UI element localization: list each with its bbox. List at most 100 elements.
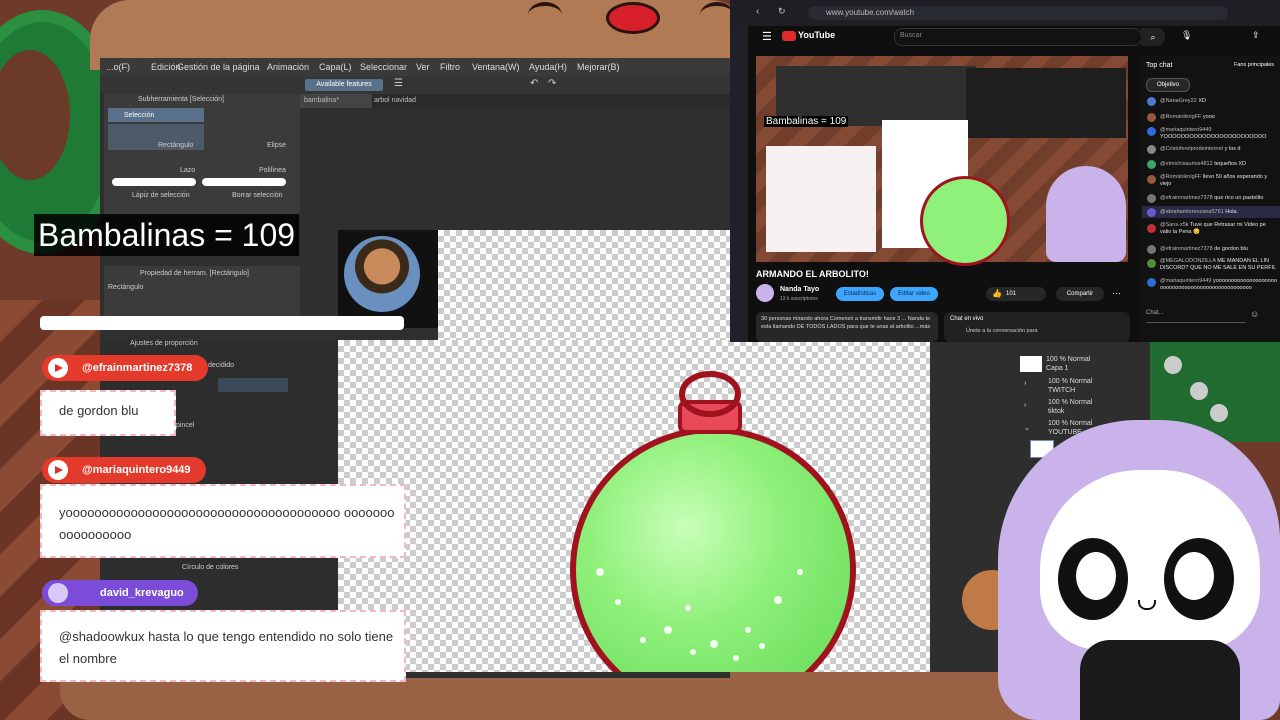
menu-archivo[interactable]: ...o(F): [106, 62, 130, 72]
youtube-video-player[interactable]: Bambalinas = 109: [756, 56, 1128, 266]
canvas-area-top[interactable]: [438, 230, 730, 340]
search-icon[interactable]: ⌕: [1141, 28, 1165, 46]
chat-avatar: [1147, 224, 1156, 233]
live-chat-collapsed[interactable]: Chat en vivo Únete a la conversación par…: [944, 312, 1130, 342]
subscriber-count: 13 k suscriptores: [780, 296, 818, 302]
menu-mejorar[interactable]: Mejorar(B): [577, 62, 620, 72]
channel-avatar[interactable]: [756, 284, 774, 302]
live-chat-label: Chat en vivo: [950, 316, 984, 322]
subtool-group-selection[interactable]: [108, 108, 204, 122]
upload-icon[interactable]: ⇪: [1252, 30, 1260, 41]
back-icon[interactable]: ‹: [756, 6, 759, 17]
chat-line: @elmichisaurios4812 tequeños XD: [1160, 161, 1247, 167]
layer-name[interactable]: tiktok: [1048, 408, 1064, 415]
avatar-eye-left: [1058, 538, 1128, 620]
youtube-icon: [48, 358, 68, 378]
reload-icon[interactable]: ↻: [778, 6, 786, 17]
chat-avatar: [1147, 194, 1156, 203]
chat-avatar: [1147, 259, 1156, 268]
menu-capa[interactable]: Capa(L): [319, 62, 352, 72]
avatar-eye-right: [1164, 538, 1234, 620]
chat-line: @RomániknigFF yooo: [1160, 114, 1215, 120]
like-dislike-button[interactable]: 👍 101: [986, 287, 1046, 301]
tool-erase-selection-label[interactable]: Borrar selección: [232, 192, 283, 199]
chat-box-partial: [40, 316, 404, 330]
command-bar: Available features ☰ ↶ ↷: [100, 76, 730, 94]
chat-message-text: yoooooooooooooooooooooooooooooooooooooo …: [59, 505, 395, 542]
chevron-icon[interactable]: ›: [1024, 380, 1026, 387]
bear-eye-right: [700, 2, 734, 28]
tool-polyline-label[interactable]: Polilínea: [259, 167, 286, 174]
chevron-icon[interactable]: ›: [1024, 402, 1026, 409]
browser-sidebar: [730, 26, 748, 342]
objective-chip[interactable]: Objetivo: [1146, 78, 1190, 92]
chat-line: @Cristoferelprodeinternet y los d: [1160, 146, 1241, 152]
tab-bambalina[interactable]: bambalina*: [300, 94, 372, 108]
chat-user-pill-3: david_krevaguo: [42, 580, 198, 606]
menu-bar: ...o(F) Edición Gestión de la página Ani…: [100, 58, 730, 76]
tool-ellipse-label[interactable]: Elipse: [267, 142, 286, 149]
canvas-area[interactable]: [338, 340, 930, 672]
youtube-search-input[interactable]: Buscar: [894, 28, 1142, 46]
tool-property-panel: Propiedad de herram. [Rectángulo] Rectán…: [104, 266, 300, 316]
layer-opacity: 100 % Normal: [1046, 356, 1091, 363]
brush-stroke-preview-2: [202, 178, 286, 186]
address-bar[interactable]: www.youtube.com/watch: [808, 6, 1228, 20]
bear-nose: [606, 2, 660, 34]
more-options-icon[interactable]: ⋯: [1112, 288, 1121, 299]
menu-seleccionar[interactable]: Seleccionar: [360, 62, 407, 72]
chat-avatar: [1147, 145, 1156, 154]
layer-name[interactable]: Capa 1: [1046, 365, 1069, 372]
proportion-label: Ajustes de proporción: [130, 340, 198, 347]
tool-selection-pen-label[interactable]: Lápiz de selección: [132, 192, 190, 199]
menu-ayuda[interactable]: Ayuda(H): [529, 62, 567, 72]
top-fans-button[interactable]: Fans principales: [1234, 62, 1274, 68]
mic-icon[interactable]: 🎙: [1181, 30, 1192, 41]
chat-line: @mariaquintero9449 yoooooooooooooooooooo…: [1160, 278, 1277, 291]
canvas-tabs: bambalina* arbol navidad: [300, 94, 730, 108]
hamburger-icon[interactable]: ☰: [762, 30, 772, 43]
channel-name[interactable]: Nanda Tayo: [780, 286, 819, 293]
redo-icon[interactable]: ↷: [548, 78, 556, 89]
chat-message-1: de gordon blu: [40, 390, 176, 436]
menu-ver[interactable]: Ver: [416, 62, 430, 72]
stats-button[interactable]: Estadísticas: [836, 287, 884, 301]
subtool-panel: Subherramienta [Selección] Selección Rec…: [104, 94, 300, 214]
tree-ornament: [1164, 356, 1182, 374]
address-text: www.youtube.com/watch: [826, 8, 915, 17]
chat-avatar: [1147, 97, 1156, 106]
chat-input[interactable]: Chat...: [1146, 310, 1246, 323]
share-button[interactable]: Compartir: [1056, 287, 1104, 301]
tab-arbol-navidad[interactable]: arbol navidad: [374, 94, 416, 108]
chat-avatar: [1147, 208, 1156, 217]
chat-avatar: [1147, 113, 1156, 122]
menu-filtro[interactable]: Filtro: [440, 62, 460, 72]
layer-name[interactable]: TWITCH: [1048, 387, 1075, 394]
tool-lasso-label[interactable]: Lazo: [180, 167, 195, 174]
emoji-icon[interactable]: ☺: [1250, 309, 1259, 319]
edit-video-button[interactable]: Editar video: [890, 287, 938, 301]
chat-message-text: @shadoowkux hasta lo que tengo entendido…: [59, 629, 394, 666]
video-description[interactable]: 30 personas mirando ahora Comenzó a tran…: [756, 312, 938, 342]
undo-icon[interactable]: ↶: [530, 78, 538, 89]
avatar-body: [1080, 640, 1240, 720]
bambalinas-counter: Bambalinas = 109: [34, 214, 300, 256]
chat-username: @efrainmartinez7378: [82, 362, 193, 374]
chat-username: @mariaquintero9449: [82, 464, 191, 476]
brush-size-presets[interactable]: [218, 378, 288, 392]
chat-username: david_krevaguo: [100, 587, 184, 599]
menu-icon[interactable]: ☰: [394, 78, 403, 89]
chat-line: @Sans-z5k Tuve que Retrasar mi Video pe …: [1160, 222, 1266, 235]
chat-avatar: [1147, 175, 1156, 184]
menu-ventana[interactable]: Ventana(W): [472, 62, 520, 72]
menu-animacion[interactable]: Animación: [267, 62, 309, 72]
chevron-down-icon[interactable]: ⌄: [1024, 424, 1030, 432]
video-mini-avatar: [1046, 166, 1126, 262]
youtube-logo-icon[interactable]: [782, 31, 796, 41]
chat-user-pill-2: @mariaquintero9449: [42, 457, 206, 483]
top-chat-dropdown[interactable]: Top chat: [1146, 62, 1172, 69]
menu-pagina[interactable]: Gestión de la página: [177, 62, 260, 72]
available-features-button[interactable]: Available features: [305, 79, 383, 91]
chat-line: @MEGALODONZILLA ME MANDAN EL LIN DISCORD…: [1160, 258, 1277, 271]
chat-message-2: yoooooooooooooooooooooooooooooooooooooo …: [40, 484, 406, 558]
